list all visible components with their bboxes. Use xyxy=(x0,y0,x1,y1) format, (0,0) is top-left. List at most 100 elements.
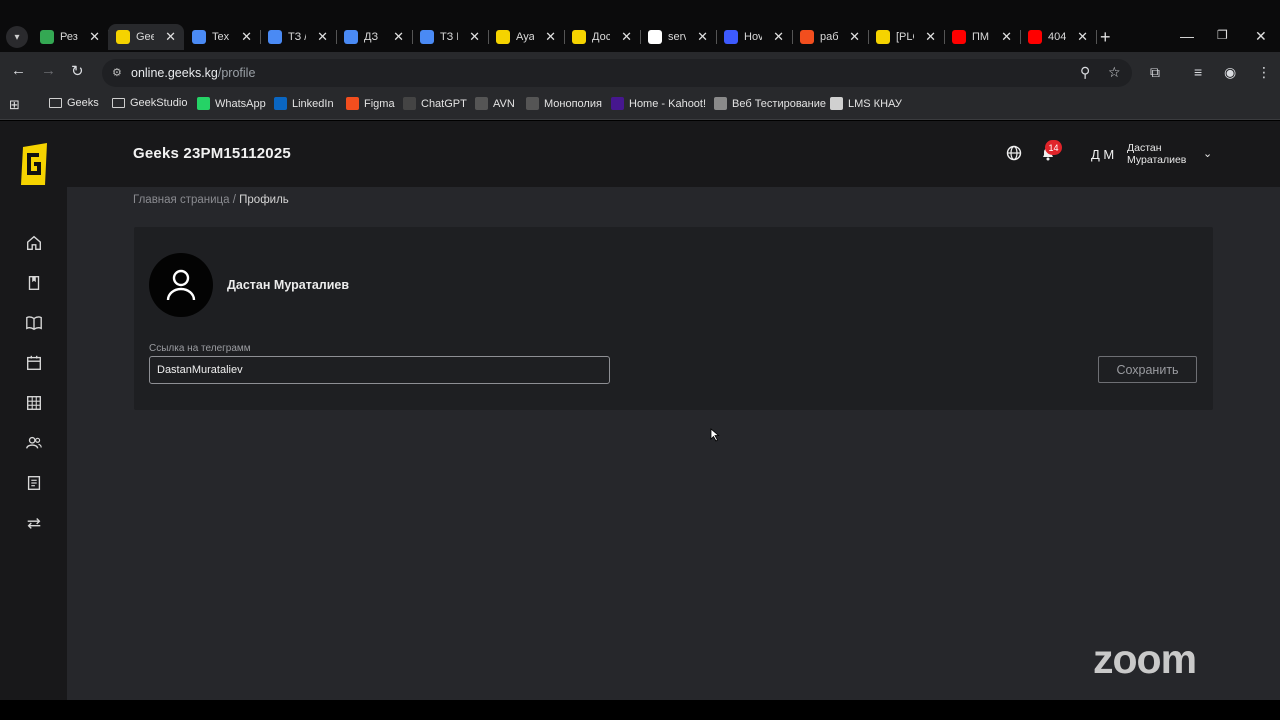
tab-close-icon[interactable]: ✕ xyxy=(317,29,328,45)
bookmark-item[interactable]: GeekStudio xyxy=(112,97,187,109)
bookmark-label: Geeks xyxy=(67,97,99,109)
app-title: Geeks 23PM15112025 xyxy=(133,145,291,162)
browser-tab[interactable]: ТЗ / ✕ xyxy=(260,24,337,50)
book-icon xyxy=(26,316,42,331)
tab-title: Gee xyxy=(136,31,154,43)
bookmark-item[interactable]: AVN xyxy=(475,97,515,110)
minimize-button[interactable]: — xyxy=(1180,28,1194,44)
browser-tab[interactable]: 404 ✕ xyxy=(1020,24,1097,50)
tab-close-icon[interactable]: ✕ xyxy=(393,29,404,45)
address-bar[interactable] xyxy=(102,59,1132,87)
browser-tab[interactable]: Ауа ✕ xyxy=(488,24,565,50)
browser-tab[interactable]: ДЗ ✕ xyxy=(336,24,413,50)
tab-close-icon[interactable]: ✕ xyxy=(697,29,708,45)
bookmark-item[interactable]: Figma xyxy=(346,97,395,110)
bookmark-item[interactable]: Home - Kahoot! xyxy=(611,97,706,110)
site-info-icon[interactable]: ⚙ xyxy=(112,66,122,79)
tab-close-icon[interactable]: ✕ xyxy=(241,29,252,45)
apps-icon[interactable]: ⊞ xyxy=(9,97,20,113)
tab-favicon-icon xyxy=(876,30,890,44)
browser-tab[interactable]: Hov ✕ xyxy=(716,24,793,50)
zoom-icon[interactable]: ⚲ xyxy=(1080,64,1090,81)
breadcrumb: Главная страница / Профиль xyxy=(133,194,289,206)
tab-favicon-icon xyxy=(116,30,130,44)
close-window-button[interactable]: ✕ xyxy=(1255,28,1267,45)
list-icon xyxy=(27,476,41,490)
forward-button[interactable]: → xyxy=(41,62,56,79)
save-button[interactable]: Сохранить xyxy=(1098,356,1197,383)
users-icon xyxy=(26,436,42,449)
globe-icon[interactable] xyxy=(1006,145,1022,161)
bookmark-item[interactable]: Geeks xyxy=(49,97,99,109)
sidebar-item-list[interactable] xyxy=(24,473,44,493)
browser-tab[interactable]: ТЗ I ✕ xyxy=(412,24,489,50)
chevron-down-icon: ▾ xyxy=(14,31,20,43)
new-tab-button[interactable]: + xyxy=(1100,27,1111,48)
tab-close-icon[interactable]: ✕ xyxy=(1077,29,1088,45)
browser-tab[interactable]: Дос ✕ xyxy=(564,24,641,50)
reload-button[interactable]: ↻ xyxy=(71,62,84,80)
tab-close-icon[interactable]: ✕ xyxy=(89,29,100,45)
tab-close-icon[interactable]: ✕ xyxy=(165,29,176,45)
tab-close-icon[interactable]: ✕ xyxy=(545,29,556,45)
bookmark-item[interactable]: ChatGPT xyxy=(403,97,467,110)
zoom-watermark: zoom xyxy=(1093,636,1197,682)
tab-title: раб xyxy=(820,31,838,43)
bookmark-favicon-icon xyxy=(714,97,727,110)
folder-icon xyxy=(49,98,62,108)
bookmark-label: WhatsApp xyxy=(215,97,266,110)
calendar-icon xyxy=(27,355,41,370)
breadcrumb-home-link[interactable]: Главная страница xyxy=(133,194,230,206)
tab-close-icon[interactable]: ✕ xyxy=(469,29,480,45)
media-icon[interactable]: ≡ xyxy=(1194,64,1202,80)
back-button[interactable]: ← xyxy=(11,62,26,79)
tab-close-icon[interactable]: ✕ xyxy=(925,29,936,45)
sidebar-item-users[interactable] xyxy=(24,433,44,453)
browser-tab[interactable]: serv ✕ xyxy=(640,24,717,50)
url-text[interactable]: online.geeks.kg/profile xyxy=(131,66,255,80)
tab-title: serv xyxy=(668,31,686,43)
sidebar-item-book[interactable] xyxy=(24,313,44,333)
sidebar-item-table[interactable] xyxy=(24,393,44,413)
tab-close-icon[interactable]: ✕ xyxy=(621,29,632,45)
bookmark-favicon-icon xyxy=(274,97,287,110)
sidebar-item-bookmark[interactable] xyxy=(24,273,44,293)
tab-title: Ауа xyxy=(516,31,534,43)
geeks-logo[interactable] xyxy=(19,143,49,185)
tab-search-button[interactable]: ▾ xyxy=(6,26,28,48)
browser-tab[interactable]: Рез ✕ xyxy=(32,24,109,50)
sidebar-item-home[interactable] xyxy=(24,233,44,253)
browser-tab[interactable]: [PLC ✕ xyxy=(868,24,945,50)
sidebar-item-calendar[interactable] xyxy=(24,353,44,373)
bookmark-label: Figma xyxy=(364,97,395,110)
swap-icon xyxy=(27,518,41,529)
menu-icon[interactable]: ⋮ xyxy=(1257,64,1271,81)
bookmark-item[interactable]: Монополия xyxy=(526,97,602,110)
user-name[interactable]: Дастан Мураталиев xyxy=(1127,142,1197,166)
user-initials[interactable]: Д М xyxy=(1091,147,1114,162)
bookmark-item[interactable]: WhatsApp xyxy=(197,97,266,110)
sidebar-item-swap[interactable] xyxy=(24,513,44,533)
bookmark-item[interactable]: Веб Тестирование xyxy=(714,97,826,110)
bookmark-label: AVN xyxy=(493,97,515,110)
browser-tab[interactable]: Gee ✕ xyxy=(108,24,184,50)
chevron-down-icon[interactable]: ⌄ xyxy=(1203,147,1212,160)
tab-title: Tex xyxy=(212,31,230,43)
restore-button[interactable]: ❐ xyxy=(1217,28,1228,42)
telegram-input[interactable] xyxy=(149,356,610,384)
tab-close-icon[interactable]: ✕ xyxy=(849,29,860,45)
profile-icon[interactable]: ◉ xyxy=(1224,64,1236,81)
bookmark-label: LinkedIn xyxy=(292,97,334,110)
bookmark-label: LMS КНАУ xyxy=(848,97,902,110)
tab-favicon-icon xyxy=(800,30,814,44)
tab-close-icon[interactable]: ✕ xyxy=(1001,29,1012,45)
browser-tab[interactable]: Tex ✕ xyxy=(184,24,261,50)
star-icon[interactable]: ☆ xyxy=(1108,64,1121,81)
tab-close-icon[interactable]: ✕ xyxy=(773,29,784,45)
tab-title: ТЗ / xyxy=(288,31,306,43)
browser-tab[interactable]: раб ✕ xyxy=(792,24,869,50)
extensions-icon[interactable]: ⧉ xyxy=(1150,64,1160,81)
browser-tab[interactable]: ПМ ✕ xyxy=(944,24,1021,50)
bookmark-item[interactable]: LMS КНАУ xyxy=(830,97,902,110)
bookmark-item[interactable]: LinkedIn xyxy=(274,97,334,110)
